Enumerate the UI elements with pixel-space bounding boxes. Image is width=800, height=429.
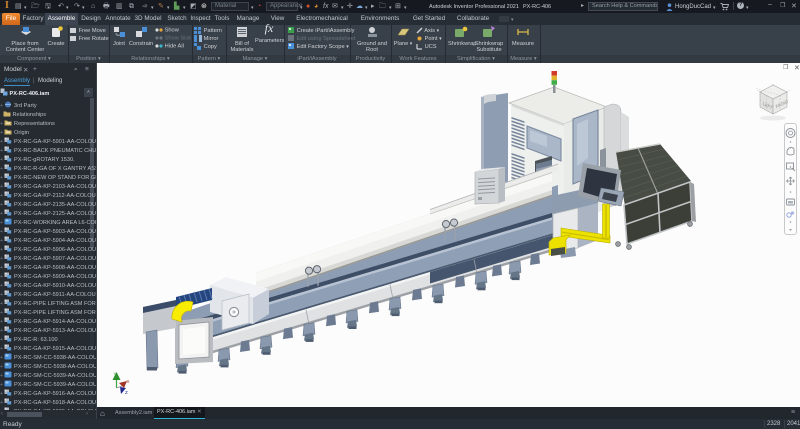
svg-text:X: X: [127, 379, 130, 384]
svg-text:Z: Z: [125, 390, 128, 395]
svg-text:Y: Y: [114, 371, 117, 376]
